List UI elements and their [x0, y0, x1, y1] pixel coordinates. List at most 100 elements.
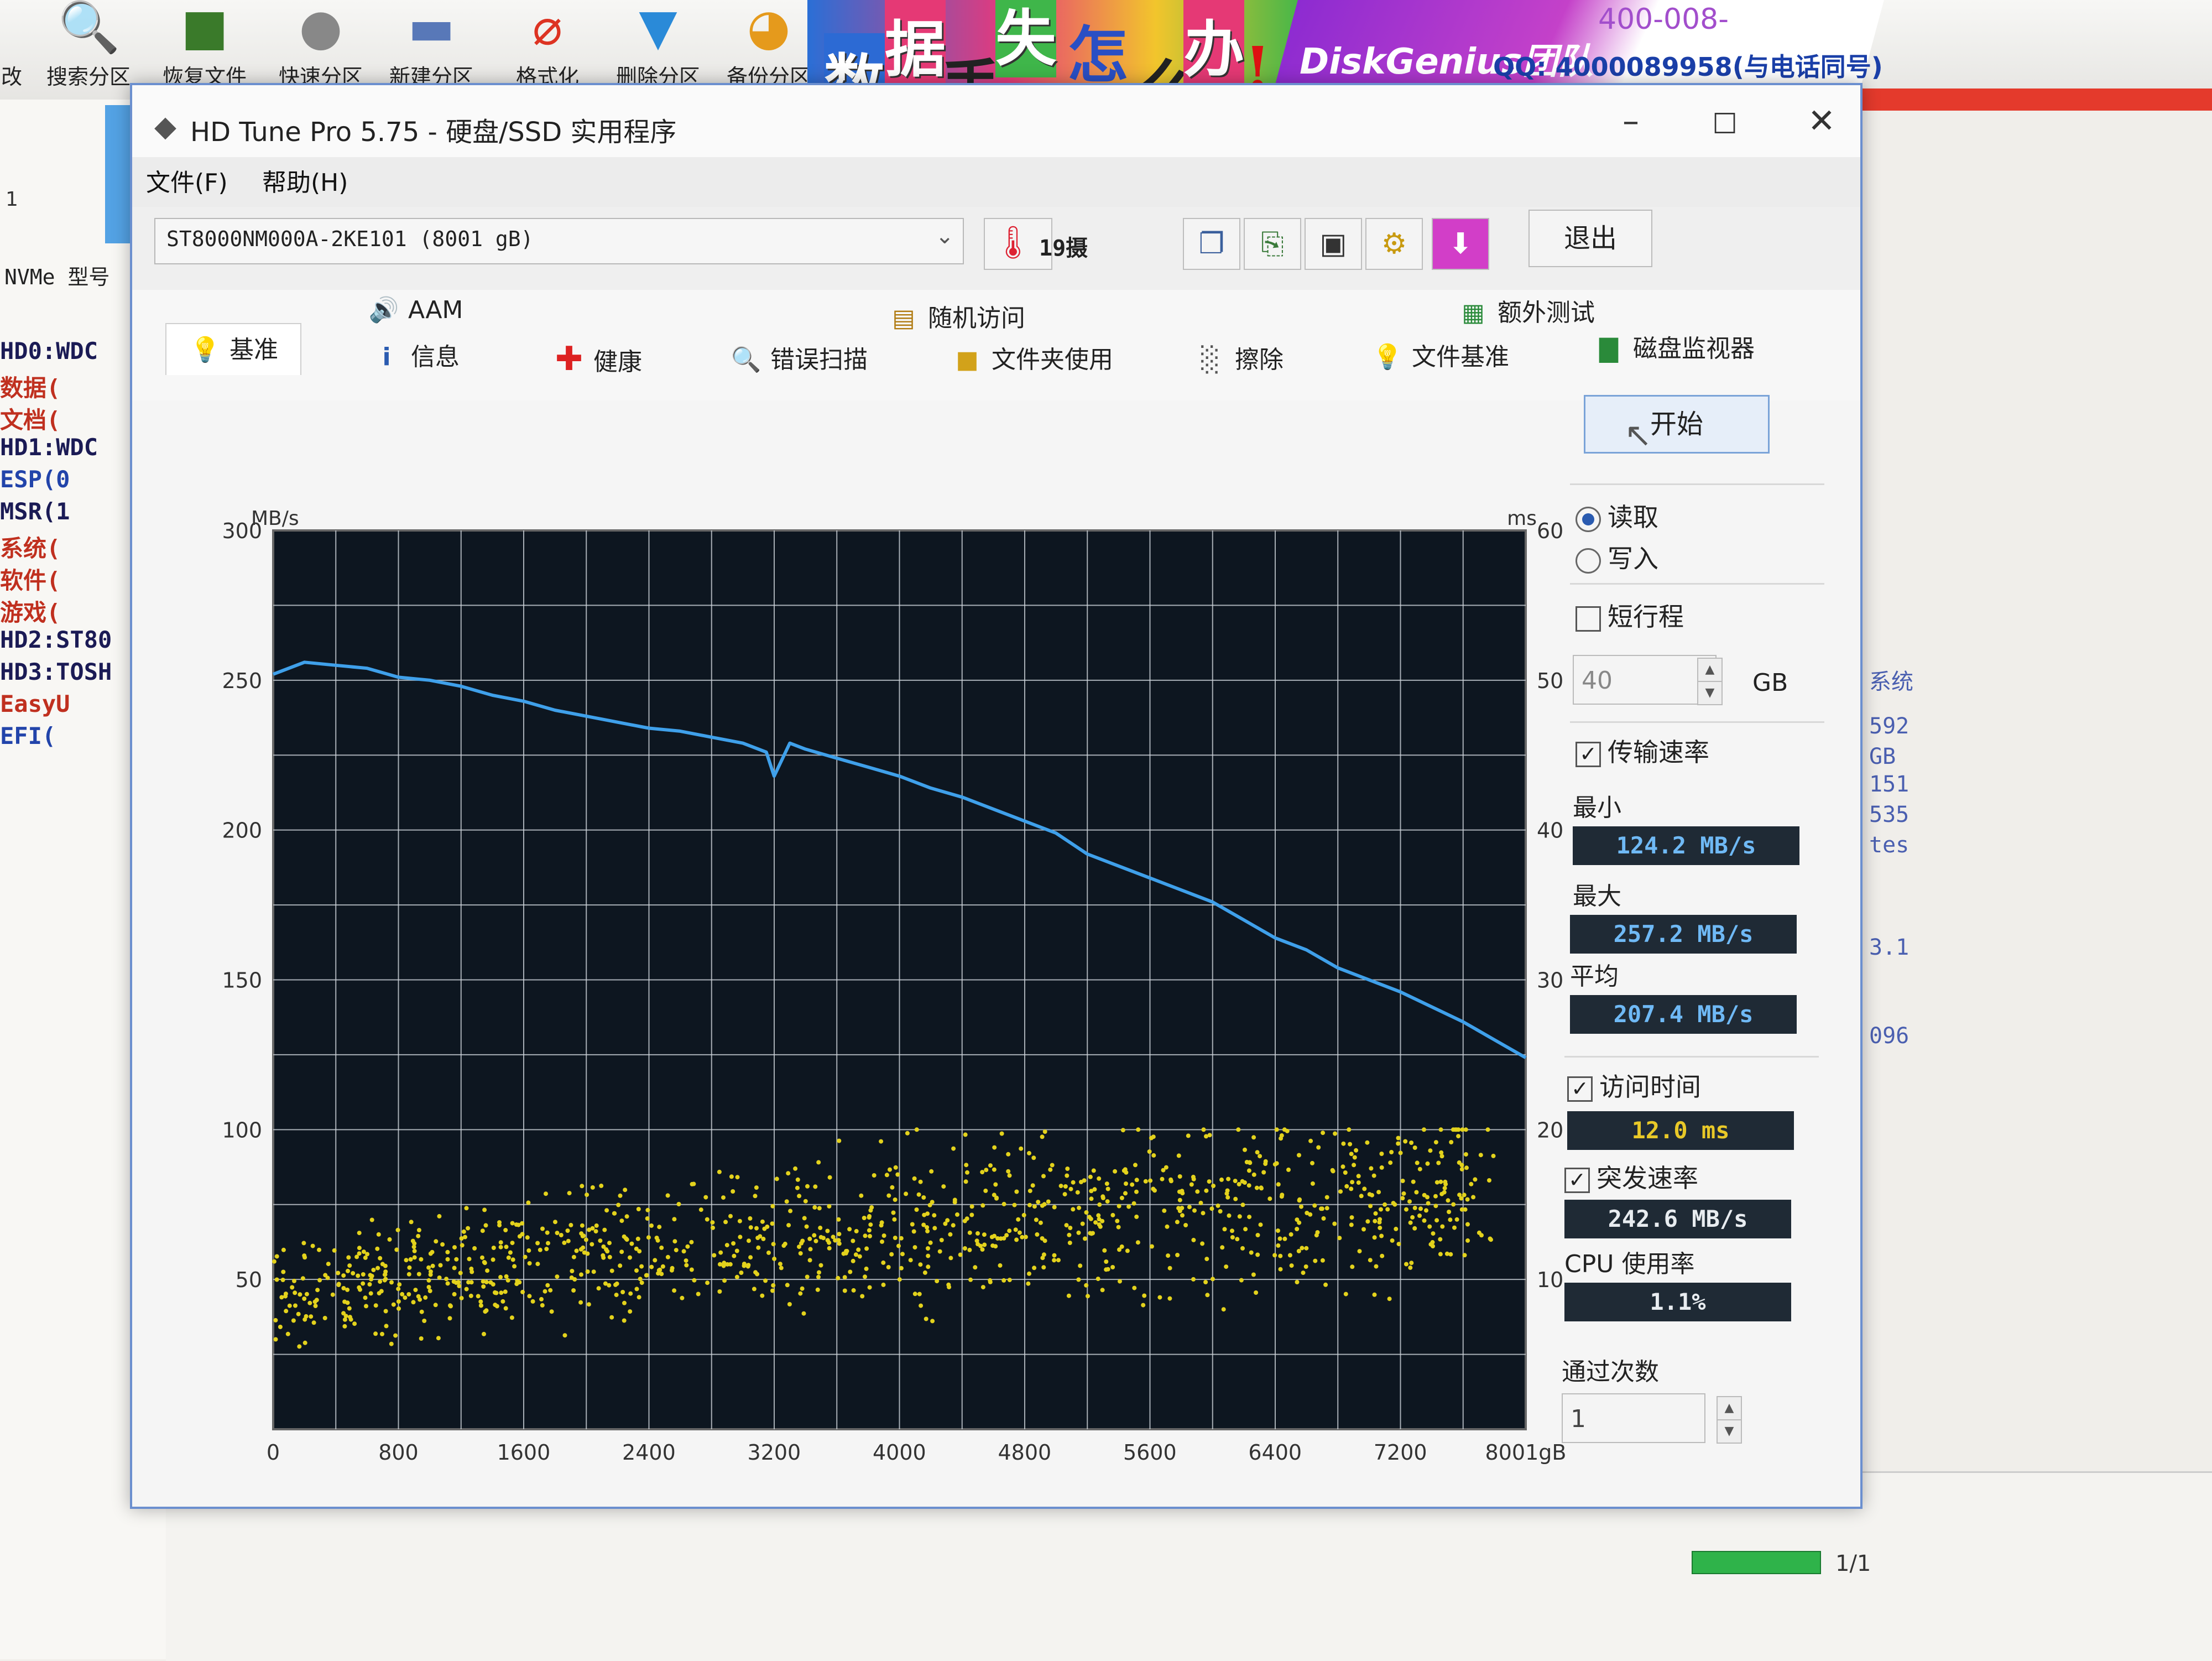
start-button[interactable]: 开始 ↖ [1584, 395, 1770, 455]
transfer-rate-checkbox[interactable]: ✓ 传输速率 [1575, 732, 1709, 769]
read-radio[interactable]: 读取 [1575, 497, 1658, 534]
access-time-point [722, 1261, 727, 1266]
access-time-point [572, 1277, 577, 1282]
disk-monitor-icon: ▇ [1599, 335, 1618, 363]
search-partition-button[interactable]: 🔍 搜索分区 [33, 0, 144, 97]
promo-banner[interactable]: 数 据 丢 失 怎 么 办 ! [807, 0, 1305, 124]
access-time-point [734, 1274, 739, 1279]
access-time-point [1396, 1141, 1401, 1146]
spin-down-icon[interactable]: ▼ [1697, 681, 1723, 705]
y-tick-label: 100 [222, 1118, 262, 1142]
tab-info[interactable]: i 信息 [370, 337, 460, 372]
disk-tree-item[interactable]: HD0:WDC [0, 337, 98, 365]
delete-partition-icon: ▼ [639, 0, 677, 56]
drive-select[interactable]: ST8000NM000A-2KE101 (8001 gB) ⌄ [154, 218, 964, 264]
disk-tree-item[interactable]: 系统( [0, 530, 60, 564]
access-time-point [1431, 1244, 1435, 1248]
copy-info-button[interactable]: ❐ [1183, 218, 1240, 270]
tab-error-scan[interactable]: 🔍 错误扫描 [729, 340, 868, 375]
new-partition-button[interactable]: ▬ 新建分区 [376, 0, 487, 97]
access-time-point [351, 1271, 356, 1275]
disk-tree-item[interactable]: HD2:ST80 [0, 626, 112, 653]
access-time-point [1372, 1292, 1377, 1297]
access-time-point [1203, 1280, 1208, 1284]
title-bar[interactable]: ◆ HD Tune Pro 5.75 - 硬盘/SSD 实用程序 – □ ✕ [132, 85, 1860, 157]
passes-input[interactable]: 1 [1562, 1393, 1705, 1443]
access-time-point [1006, 1152, 1011, 1157]
access-time-point [929, 1169, 934, 1174]
tab-benchmark[interactable]: 💡 基准 [165, 323, 301, 375]
access-time-point [607, 1241, 612, 1246]
tab-disk-monitor[interactable]: ▇ 磁盘监视器 [1592, 329, 1755, 364]
menu-file[interactable]: 文件(F) [146, 163, 228, 198]
short-stroke-size-input[interactable]: 40 [1573, 655, 1717, 705]
access-time-point [342, 1324, 347, 1329]
disk-tree-item[interactable]: HD3:TOSH [0, 658, 112, 685]
access-time-point [498, 1245, 503, 1249]
screenshot-button[interactable]: ▣ [1305, 218, 1362, 270]
quick-partition-button[interactable]: ● 快速分区 [265, 0, 376, 97]
access-time-point [416, 1233, 421, 1238]
spin-down-icon[interactable]: ▼ [1717, 1419, 1742, 1444]
tab-extra-tests[interactable]: ▦ 额外测试 [1457, 293, 1595, 328]
format-button[interactable]: ⌀ 格式化 [492, 0, 603, 97]
tab-health[interactable]: ✚ 健康 [552, 340, 642, 378]
tab-random-access[interactable]: ▤ 随机访问 [887, 298, 1025, 334]
mouse-cursor-icon: ↖ [1624, 416, 1652, 455]
disk-tree-item[interactable]: 文档( [0, 402, 60, 435]
access-time-point [1426, 1201, 1431, 1206]
disk-tree-item[interactable]: EFI( [0, 722, 56, 749]
tab-erase[interactable]: ░ 擦除 [1194, 340, 1284, 375]
x-tick-label: 4800 [998, 1440, 1051, 1465]
access-time-point [622, 1318, 627, 1323]
access-time-point [1323, 1282, 1328, 1287]
disk-tree-item[interactable]: ESP(0 [0, 466, 70, 493]
close-button[interactable]: ✕ [1783, 96, 1860, 146]
toolbar-fragment[interactable]: 改 [0, 0, 22, 97]
access-time-point [935, 1279, 940, 1284]
short-stroke-checkbox[interactable]: 短行程 [1575, 597, 1684, 633]
access-time-point [1063, 1184, 1068, 1189]
tab-aam[interactable]: 🔊 AAM [367, 295, 463, 324]
restore-file-button[interactable]: ■ 恢复文件 [149, 0, 260, 97]
spin-up-icon[interactable]: ▲ [1717, 1396, 1742, 1420]
minimize-button[interactable]: – [1592, 96, 1670, 146]
disk-tree-item[interactable]: 数据( [0, 369, 60, 403]
access-time-point [508, 1250, 513, 1255]
access-time-point [884, 1173, 889, 1178]
access-time-point [808, 1247, 813, 1252]
access-time-point [367, 1282, 372, 1287]
delete-partition-button[interactable]: ▼ 删除分区 [603, 0, 713, 97]
options-button[interactable]: ⚙ [1365, 218, 1423, 270]
access-time-point [703, 1195, 708, 1200]
tab-file-benchmark[interactable]: 💡 文件基准 [1371, 337, 1509, 372]
access-time-point [629, 1241, 634, 1246]
disk-tree-item[interactable]: EasyU [0, 690, 70, 717]
maximize-button[interactable]: □ [1686, 96, 1764, 146]
disk-tree-item[interactable]: 游戏( [0, 594, 60, 628]
access-time-point [383, 1263, 388, 1268]
write-radio[interactable]: 写入 [1575, 539, 1658, 575]
copy-screenshot-button[interactable]: ⎘ [1244, 218, 1301, 270]
burst-rate-checkbox[interactable]: ✓ 突发速率 [1564, 1158, 1698, 1195]
access-time-point [517, 1234, 522, 1239]
access-time-point [1314, 1233, 1319, 1238]
download-button[interactable]: ⬇ [1432, 218, 1489, 270]
access-time-point [955, 1212, 959, 1217]
menu-help[interactable]: 帮助(H) [262, 163, 348, 198]
exit-button[interactable]: 退出 [1528, 210, 1652, 267]
access-time-checkbox[interactable]: ✓ 访问时间 [1567, 1067, 1701, 1103]
tab-folder-usage[interactable]: ■ 文件夹使用 [951, 340, 1113, 375]
access-time-point [571, 1288, 576, 1293]
access-time-point [973, 1265, 978, 1270]
spin-up-icon[interactable]: ▲ [1697, 658, 1723, 682]
disk-tree-item[interactable]: MSR(1 [0, 498, 70, 525]
access-time-point [1299, 1204, 1303, 1209]
promo-qq: QQ: 4000089958(与电话同号) [1493, 52, 1883, 82]
access-time-point [1449, 1140, 1454, 1144]
disk-tree-item[interactable]: 软件( [0, 562, 60, 596]
access-time-point [672, 1288, 677, 1293]
access-time-point [1012, 1202, 1017, 1207]
access-time-point [1096, 1213, 1101, 1218]
disk-tree-item[interactable]: HD1:WDC [0, 434, 98, 461]
